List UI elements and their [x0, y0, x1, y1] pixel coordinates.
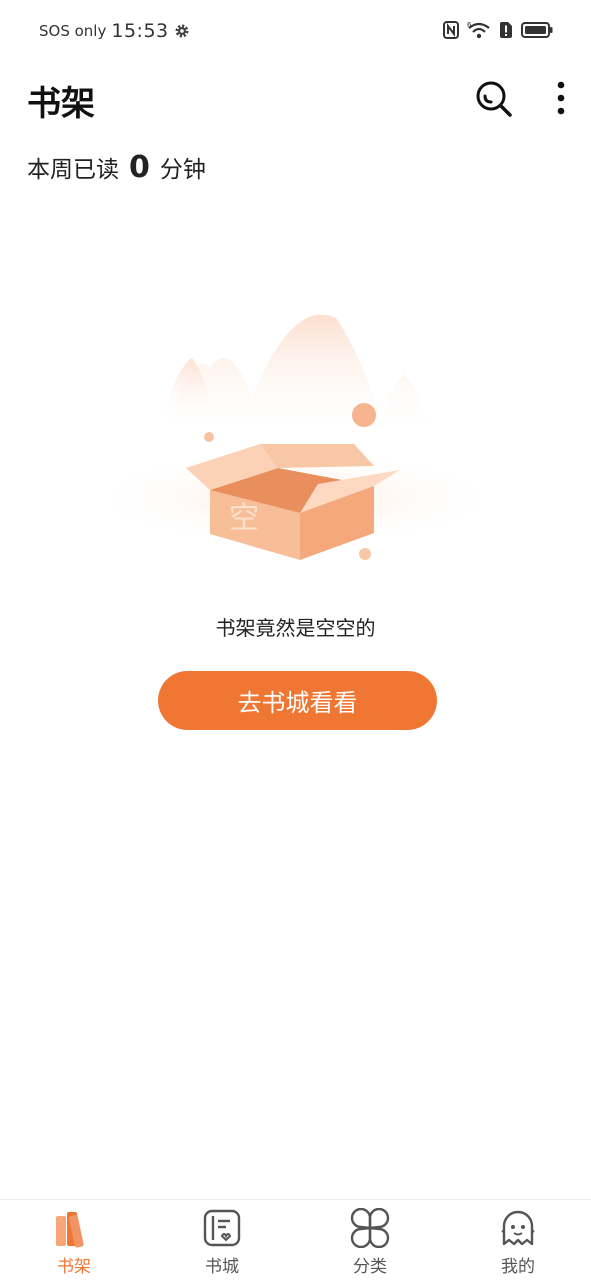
more-options-button[interactable] — [548, 79, 574, 119]
nav-label-bookstore: 书城 — [205, 1257, 239, 1277]
nav-item-category[interactable]: 分类 — [296, 1200, 444, 1281]
battery-icon — [521, 22, 553, 38]
wifi-6-badge: 6 — [467, 21, 472, 29]
more-vertical-icon — [557, 81, 565, 115]
bookshelf-icon — [56, 1212, 84, 1248]
status-left: SOS only 15:53 — [39, 20, 190, 42]
app-header: 书架 — [0, 70, 591, 130]
weekly-reading-minutes: 0 — [129, 150, 150, 185]
search-button[interactable] — [474, 79, 514, 119]
wifi-icon: 6 — [467, 21, 490, 39]
search-icon — [476, 81, 512, 117]
weekly-reading-unit: 分钟 — [159, 157, 206, 183]
nav-label-bookshelf: 书架 — [57, 1257, 91, 1277]
category-icon — [350, 1208, 390, 1248]
sim-alert-icon — [500, 22, 512, 38]
status-right: 6 — [443, 21, 553, 39]
empty-state-message: 书架竟然是空空的 — [215, 616, 376, 640]
nav-item-bookshelf[interactable]: 书架 — [0, 1200, 148, 1281]
status-time: 15:53 — [111, 20, 169, 42]
nav-label-category: 分类 — [353, 1257, 387, 1277]
status-bar: SOS only 15:53 6 — [0, 0, 591, 66]
bottom-navigation: 书架 书城 分类 我的 — [0, 1199, 591, 1281]
weekly-reading-stat: 本周已读 0 分钟 — [27, 150, 206, 185]
weekly-reading-prefix: 本周已读 — [27, 157, 119, 183]
settings-gear-icon — [175, 24, 189, 38]
profile-ghost-icon — [501, 1210, 535, 1246]
book-store-icon — [203, 1209, 241, 1247]
go-to-bookstore-button[interactable]: 去书城看看 — [158, 671, 437, 730]
nav-item-bookstore[interactable]: 书城 — [148, 1200, 296, 1281]
nav-item-profile[interactable]: 我的 — [444, 1200, 591, 1281]
carrier-text: SOS only — [39, 22, 107, 40]
box-label: 空 — [229, 501, 259, 536]
page-title: 书架 — [27, 84, 95, 124]
nav-label-profile: 我的 — [501, 1257, 535, 1277]
nfc-icon — [443, 21, 459, 39]
empty-box-illustration: 空 — [86, 314, 506, 560]
